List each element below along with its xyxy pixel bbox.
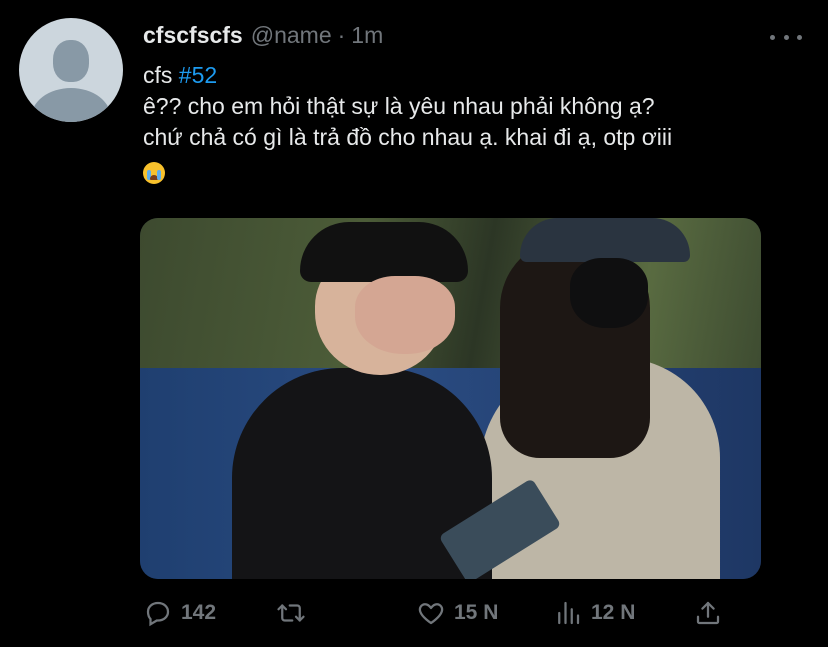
reply-icon bbox=[146, 601, 170, 627]
views-button[interactable]: 12 N bbox=[553, 593, 635, 633]
handle[interactable]: @name bbox=[251, 22, 332, 49]
like-icon bbox=[418, 603, 444, 625]
like-button[interactable]: 15 N bbox=[416, 593, 498, 633]
timestamp[interactable]: 1m bbox=[351, 22, 383, 49]
share-button[interactable] bbox=[693, 593, 723, 633]
more-options-icon[interactable] bbox=[770, 30, 802, 44]
reply-button[interactable]: 142 bbox=[143, 593, 216, 633]
retweet-icon bbox=[277, 604, 305, 622]
hashtag-link[interactable]: #52 bbox=[179, 62, 217, 88]
tweet-header: cfscfscfs @name · 1m bbox=[143, 22, 738, 49]
separator-dot: · bbox=[337, 22, 346, 48]
share-icon bbox=[696, 601, 720, 625]
avatar-head-shape bbox=[53, 40, 89, 82]
tweet-text-line-3: chứ chả có gì là trả đồ cho nhau ạ. khai… bbox=[143, 124, 673, 150]
display-name[interactable]: cfscfscfs bbox=[143, 22, 243, 49]
retweet-button[interactable] bbox=[276, 593, 314, 633]
views-icon bbox=[558, 601, 580, 625]
tweet-prefix: cfs bbox=[143, 62, 179, 88]
tweet-text-line-1: cfs #52 bbox=[143, 60, 813, 91]
avatar[interactable] bbox=[19, 18, 123, 122]
like-count: 15 N bbox=[454, 601, 499, 624]
tweet-actions-bar: 142 15 N 12 N bbox=[140, 593, 740, 633]
tweet-text-line-2: ê?? cho em hỏi thật sự là yêu nhau phải … bbox=[143, 93, 655, 119]
views-count: 12 N bbox=[591, 601, 636, 624]
tweet-text: cfs #52 ê?? cho em hỏi thật sự là yêu nh… bbox=[143, 60, 813, 188]
tweet-photo[interactable] bbox=[140, 218, 761, 579]
loudly-crying-face-icon bbox=[143, 162, 165, 184]
avatar-shoulders-shape bbox=[31, 88, 111, 122]
reply-count: 142 bbox=[181, 601, 217, 624]
